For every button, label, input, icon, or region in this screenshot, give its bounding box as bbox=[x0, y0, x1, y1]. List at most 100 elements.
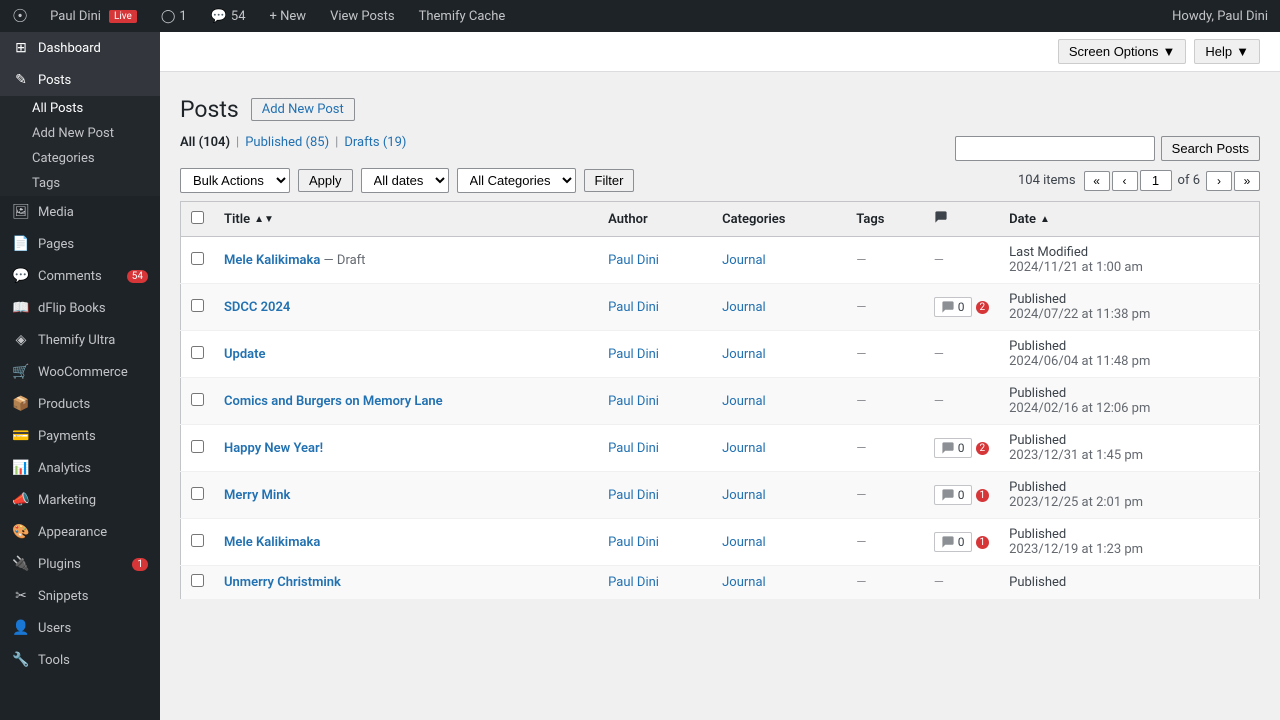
sidebar-item-tools[interactable]: 🔧 Tools bbox=[0, 644, 160, 676]
post-title-link[interactable]: Unmerry Christmink bbox=[224, 575, 341, 590]
date-sort-link[interactable]: Date ▲ bbox=[1009, 212, 1249, 227]
filter-button[interactable]: Filter bbox=[584, 169, 635, 192]
sidebar-item-pages[interactable]: 📄 Pages bbox=[0, 228, 160, 260]
sidebar-item-users[interactable]: 👤 Users bbox=[0, 612, 160, 644]
themify-cache-item[interactable]: Themify Cache bbox=[409, 0, 516, 32]
row-checkbox[interactable] bbox=[191, 487, 204, 500]
submenu-add-new[interactable]: Add New Post bbox=[0, 121, 160, 146]
last-page-button[interactable]: » bbox=[1234, 171, 1260, 191]
comment-bubble[interactable]: 0 bbox=[934, 297, 972, 317]
author-link[interactable]: Paul Dini bbox=[608, 488, 659, 503]
row-checkbox[interactable] bbox=[191, 440, 204, 453]
sidebar-item-media[interactable]: 🖼 Media bbox=[0, 196, 160, 228]
comment-bubble[interactable]: 0 bbox=[934, 532, 972, 552]
row-checkbox[interactable] bbox=[191, 299, 204, 312]
filter-drafts[interactable]: Drafts (19) bbox=[344, 135, 406, 150]
comment-badge-pending: 1 bbox=[976, 536, 990, 549]
date-value: 2024/02/16 at 12:06 pm bbox=[1009, 401, 1249, 416]
post-title-link[interactable]: Update bbox=[224, 347, 266, 362]
submenu-all-posts[interactable]: All Posts bbox=[0, 96, 160, 121]
prev-page-button[interactable]: ‹ bbox=[1112, 171, 1138, 191]
table-header-row: Title ▲▼ Author Categories Tags Dat bbox=[181, 202, 1260, 237]
search-posts-button[interactable]: Search Posts bbox=[1161, 136, 1260, 161]
category-link[interactable]: Journal bbox=[722, 441, 766, 456]
row-checkbox[interactable] bbox=[191, 393, 204, 406]
wp-logo-icon[interactable]: ☉ bbox=[12, 6, 28, 27]
sidebar-item-snippets[interactable]: ✂ Snippets bbox=[0, 580, 160, 612]
sidebar-item-products[interactable]: 📦 Products bbox=[0, 388, 160, 420]
title-sort-link[interactable]: Title ▲▼ bbox=[224, 212, 588, 227]
row-date-cell: Published 2024/02/16 at 12:06 pm bbox=[999, 378, 1259, 425]
category-link[interactable]: Journal bbox=[722, 300, 766, 315]
sidebar-item-analytics[interactable]: 📊 Analytics bbox=[0, 452, 160, 484]
sidebar-item-dashboard[interactable]: ⊞ Dashboard bbox=[0, 32, 160, 64]
payments-icon: 💳 bbox=[12, 428, 30, 444]
category-link[interactable]: Journal bbox=[722, 347, 766, 362]
view-posts-item[interactable]: View Posts bbox=[320, 0, 405, 32]
author-link[interactable]: Paul Dini bbox=[608, 300, 659, 315]
sidebar-item-payments[interactable]: 💳 Payments bbox=[0, 420, 160, 452]
first-page-button[interactable]: « bbox=[1084, 171, 1110, 191]
author-link[interactable]: Paul Dini bbox=[608, 441, 659, 456]
post-title-link[interactable]: Mele Kalikimaka bbox=[224, 535, 320, 550]
category-link[interactable]: Journal bbox=[722, 575, 766, 590]
row-checkbox[interactable] bbox=[191, 346, 204, 359]
sidebar-item-plugins[interactable]: 🔌 Plugins 1 bbox=[0, 548, 160, 580]
category-filter-select[interactable]: All Categories bbox=[457, 168, 576, 193]
analytics-icon: 📊 bbox=[12, 460, 30, 476]
tags-value: — bbox=[856, 347, 866, 362]
category-link[interactable]: Journal bbox=[722, 535, 766, 550]
date-sort-icon: ▲ bbox=[1040, 214, 1050, 225]
site-name-bar[interactable]: Paul Dini Live bbox=[40, 0, 147, 32]
row-checkbox-cell bbox=[181, 566, 215, 600]
filter-all[interactable]: All (104) bbox=[180, 135, 230, 150]
comment-count-approved: 0 bbox=[958, 488, 965, 502]
submenu-categories[interactable]: Categories bbox=[0, 146, 160, 171]
category-link[interactable]: Journal bbox=[722, 394, 766, 409]
post-title-link[interactable]: SDCC 2024 bbox=[224, 300, 290, 315]
comment-bubble[interactable]: 0 bbox=[934, 485, 972, 505]
updates-item[interactable]: ◯ 1 bbox=[151, 0, 197, 32]
row-comments-cell: 0 1 bbox=[924, 472, 999, 519]
sidebar-item-themify[interactable]: ◈ Themify Ultra bbox=[0, 324, 160, 356]
author-link[interactable]: Paul Dini bbox=[608, 347, 659, 362]
filter-published[interactable]: Published (85) bbox=[245, 135, 329, 150]
author-link[interactable]: Paul Dini bbox=[608, 535, 659, 550]
sidebar-item-dflip[interactable]: 📖 dFlip Books bbox=[0, 292, 160, 324]
row-checkbox[interactable] bbox=[191, 534, 204, 547]
comments-bar-count: 54 bbox=[231, 9, 246, 24]
add-new-post-button[interactable]: Add New Post bbox=[251, 98, 355, 121]
row-checkbox[interactable] bbox=[191, 252, 204, 265]
sidebar-item-posts[interactable]: ✎ Posts bbox=[0, 64, 160, 96]
bulk-actions-select[interactable]: Bulk Actions bbox=[180, 168, 290, 193]
row-checkbox-cell bbox=[181, 237, 215, 284]
author-link[interactable]: Paul Dini bbox=[608, 394, 659, 409]
search-input[interactable] bbox=[955, 136, 1155, 161]
next-page-button[interactable]: › bbox=[1206, 171, 1232, 191]
post-title-link[interactable]: Merry Mink bbox=[224, 488, 290, 503]
sidebar-item-comments[interactable]: 💬 Comments 54 bbox=[0, 260, 160, 292]
current-page-input[interactable] bbox=[1140, 170, 1172, 191]
row-checkbox[interactable] bbox=[191, 574, 204, 587]
comments-bar-item[interactable]: 💬 54 bbox=[201, 0, 256, 32]
screen-options-button[interactable]: Screen Options ▼ bbox=[1058, 39, 1186, 64]
apply-button[interactable]: Apply bbox=[298, 169, 353, 192]
post-title-link[interactable]: Comics and Burgers on Memory Lane bbox=[224, 394, 443, 409]
help-button[interactable]: Help ▼ bbox=[1194, 39, 1260, 64]
comment-bubble[interactable]: 0 bbox=[934, 438, 972, 458]
tags-value: — bbox=[856, 441, 866, 456]
author-link[interactable]: Paul Dini bbox=[608, 253, 659, 268]
submenu-tags[interactable]: Tags bbox=[0, 171, 160, 196]
sidebar-item-marketing[interactable]: 📣 Marketing bbox=[0, 484, 160, 516]
post-title-link[interactable]: Mele Kalikimaka bbox=[224, 253, 320, 268]
sidebar-item-appearance[interactable]: 🎨 Appearance bbox=[0, 516, 160, 548]
category-link[interactable]: Journal bbox=[722, 488, 766, 503]
date-filter-select[interactable]: All dates bbox=[361, 168, 449, 193]
sidebar-item-label: Plugins bbox=[38, 557, 81, 572]
select-all-checkbox[interactable] bbox=[191, 211, 204, 224]
author-link[interactable]: Paul Dini bbox=[608, 575, 659, 590]
category-link[interactable]: Journal bbox=[722, 253, 766, 268]
post-title-link[interactable]: Happy New Year! bbox=[224, 441, 323, 456]
sidebar-item-woocommerce[interactable]: 🛒 WooCommerce bbox=[0, 356, 160, 388]
new-item[interactable]: + New bbox=[260, 0, 317, 32]
